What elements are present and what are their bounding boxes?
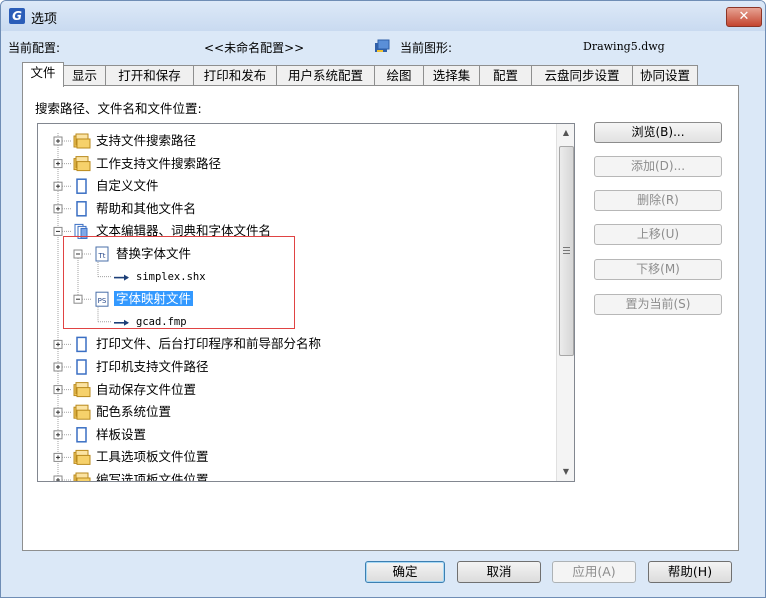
tree-item[interactable]: 样板设置 xyxy=(96,427,146,443)
tab-6[interactable]: 选择集 xyxy=(423,65,480,85)
folder-stack-icon xyxy=(73,404,91,420)
drawing-file-icon xyxy=(375,39,390,52)
tree-item-label: 自动保存文件位置 xyxy=(96,381,197,397)
help-button[interactable]: 帮助(H) xyxy=(648,561,732,583)
app-logo-icon: G xyxy=(9,8,25,24)
tree-item[interactable]: 打印文件、后台打印程序和前导部分名称 xyxy=(96,336,321,352)
scroll-up-arrow-icon[interactable]: ▲ xyxy=(557,124,574,142)
tab-3[interactable]: 打印和发布 xyxy=(193,65,277,85)
grip-icon xyxy=(563,247,570,254)
tree-item[interactable]: 支持文件搜索路径 xyxy=(96,133,196,149)
folder-stack-icon xyxy=(73,156,91,172)
tree-item-label: 配色系统位置 xyxy=(96,404,172,420)
folder-stack-icon xyxy=(73,449,91,465)
tab-7[interactable]: 配置 xyxy=(479,65,532,85)
tree-item[interactable]: 编写选项板文件位置 xyxy=(96,472,209,482)
files-tab-panel: 搜索路径、文件名和文件位置: Tt PS 支持文件搜索路径 工作支持文件搜索路径 自定… xyxy=(22,85,739,551)
tab-5[interactable]: 绘图 xyxy=(374,65,424,85)
annotation-highlight-box xyxy=(63,236,295,329)
tree-item-label: 工具选项板文件位置 xyxy=(96,449,209,465)
tree-item[interactable]: 工具选项板文件位置 xyxy=(96,449,209,465)
apply-button[interactable]: 应用(A) xyxy=(552,561,636,583)
current-info-row: 当前配置: <<未命名配置>> 当前图形: Drawing5.dwg xyxy=(1,31,765,59)
tree-item[interactable]: 配色系统位置 xyxy=(96,404,171,420)
folder-stack-icon xyxy=(73,133,91,149)
tab-1[interactable]: 显示 xyxy=(63,65,106,85)
folder-stack-icon xyxy=(73,472,91,481)
search-paths-label: 搜索路径、文件名和文件位置: xyxy=(35,101,202,116)
scroll-down-arrow-icon[interactable]: ▼ xyxy=(557,463,574,481)
title-bar[interactable]: G 选项 ✕ xyxy=(1,1,765,31)
current-config-label: 当前配置: xyxy=(8,41,61,55)
tab-2[interactable]: 打开和保存 xyxy=(105,65,194,85)
add-button[interactable]: 添加(D)... xyxy=(594,156,722,177)
file-blue-icon xyxy=(76,427,87,443)
tree-item-label: 支持文件搜索路径 xyxy=(96,133,197,148)
tab-0[interactable]: 文件 xyxy=(22,62,64,87)
tree-item-label: 编写选项板文件位置 xyxy=(96,472,209,482)
file-blue-icon xyxy=(76,178,87,194)
file-blue-icon xyxy=(76,336,87,353)
tree-item-label: 工作支持文件搜索路径 xyxy=(96,155,222,171)
move-down-button[interactable]: 下移(M) xyxy=(594,259,722,280)
tree-vertical-scrollbar[interactable]: ▲ ▼ xyxy=(556,124,574,481)
delete-button[interactable]: 删除(R) xyxy=(594,190,722,211)
tab-4[interactable]: 用户系统配置 xyxy=(276,65,375,85)
tree-item-label: 打印文件、后台打印程序和前导部分名称 xyxy=(96,336,322,352)
cancel-button[interactable]: 取消 xyxy=(457,561,541,583)
ok-button[interactable]: 确定 xyxy=(365,561,445,583)
options-dialog: G 选项 ✕ 当前配置: <<未命名配置>> 当前图形: Drawing5.dw… xyxy=(0,0,766,598)
tree-item[interactable]: 帮助和其他文件名 xyxy=(96,201,196,217)
tab-9[interactable]: 协同设置 xyxy=(632,65,698,85)
move-up-button[interactable]: 上移(U) xyxy=(594,224,722,245)
file-blue-icon xyxy=(76,359,87,375)
file-blue-icon xyxy=(76,201,87,217)
tab-8[interactable]: 云盘同步设置 xyxy=(531,65,633,85)
tree-item-label: 自定义文件 xyxy=(96,178,159,194)
folder-stack-icon xyxy=(73,382,91,398)
window-title: 选项 xyxy=(31,12,58,27)
tree-item[interactable]: 自定义文件 xyxy=(96,178,159,194)
browse-button[interactable]: 浏览(B)... xyxy=(594,122,722,143)
current-drawing-value: Drawing5.dwg xyxy=(583,40,665,53)
current-config-value: <<未命名配置>> xyxy=(204,41,305,55)
tab-strip: 文件 显示 打开和保存 打印和发布 用户系统配置 绘图 选择集 配置 云盘同步设置 协同设置 xyxy=(22,62,736,87)
set-current-button[interactable]: 置为当前(S) xyxy=(594,294,722,315)
close-button[interactable]: ✕ xyxy=(726,7,762,27)
tree-item-label: 样板设置 xyxy=(96,426,147,442)
tree-item-label: 打印机支持文件路径 xyxy=(96,359,209,374)
tree-item[interactable]: 自动保存文件位置 xyxy=(96,382,196,398)
scroll-thumb[interactable] xyxy=(559,146,574,356)
tree-item[interactable]: 打印机支持文件路径 xyxy=(96,359,209,375)
tree-item[interactable]: 工作支持文件搜索路径 xyxy=(96,156,221,172)
current-drawing-label: 当前图形: xyxy=(400,41,453,55)
tree-item-label: 帮助和其他文件名 xyxy=(96,200,197,216)
